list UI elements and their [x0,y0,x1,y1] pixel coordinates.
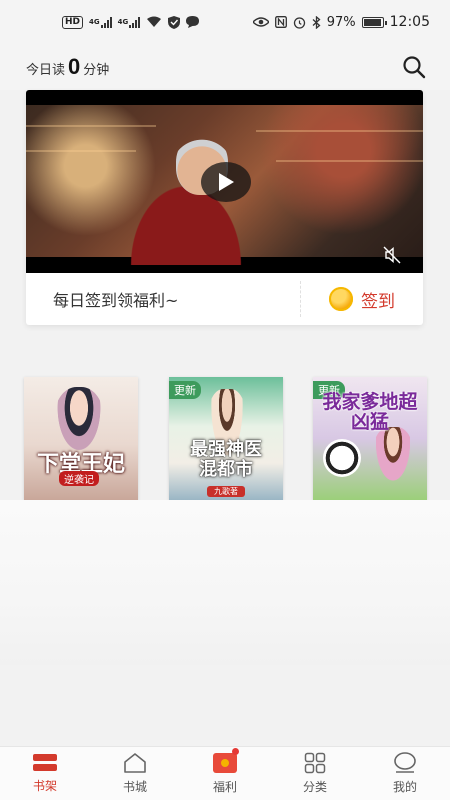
nav-bookstore[interactable]: 书城 [90,752,180,795]
book-title: 我家爹地超凶猛 [322,391,418,433]
search-button[interactable] [400,53,428,81]
nfc-icon [274,16,287,28]
reading-prefix: 今日读 [26,63,66,78]
status-right: 97% 12:05 [252,14,430,30]
home-icon [124,753,146,773]
clock: 12:05 [389,14,430,30]
status-bar: HD 4G 4G 97% 12:05 [0,0,450,44]
signal-4g-icon: 4G [89,16,112,28]
book-author: 九歌著 [207,486,245,497]
bookshelf-icon [33,754,57,771]
profile-icon [394,752,416,773]
notification-dot [232,748,239,755]
nav-category[interactable]: 分类 [270,752,360,795]
eye-icon [252,17,269,27]
nav-welfare[interactable]: 福利 [180,748,270,795]
reading-suffix: 分钟 [83,63,110,78]
promo-video[interactable] [26,90,423,273]
mute-icon [383,246,401,264]
battery-icon [361,16,387,28]
alarm-icon [293,16,306,29]
reading-time: 今日读 0 分钟 [26,54,109,80]
status-left: HD 4G 4G [62,15,200,29]
signin-row: 每日签到领福利~ 签到 [26,273,423,325]
grid-icon [304,752,326,774]
reading-minutes: 0 [68,54,81,79]
cover-panda [323,439,361,477]
nav-label: 福利 [212,780,237,794]
header: 今日读 0 分钟 [0,44,450,90]
gift-icon [213,753,237,773]
signin-card: 每日签到领福利~ 签到 [26,90,423,325]
bluetooth-icon [312,15,321,29]
signin-button[interactable]: 签到 [301,287,423,312]
nav-profile[interactable]: 我的 [360,752,450,795]
play-icon [219,173,234,191]
nav-label: 书架 [32,779,57,793]
update-badge: 更新 [169,381,201,399]
nav-label: 我的 [392,780,417,794]
signal-4g-icon: 4G [118,16,141,28]
play-button[interactable] [201,162,251,202]
book-cover[interactable]: 更新 最强神医混都市 九歌著 [169,377,283,500]
signin-promo-text[interactable]: 每日签到领福利~ [26,287,300,311]
cover-illustration [373,427,413,487]
chat-icon [186,16,200,28]
book-title: 最强神医混都市 [190,439,262,480]
coin-icon [329,287,353,311]
bookshelf: 下堂王妃 逆袭记 更新 最强神医混都市 九歌著 更新 我家爹地超凶猛 [24,377,427,500]
nav-label: 书城 [122,780,147,794]
bottom-nav: 书架 书城 福利 分类 我的 [0,746,450,800]
wifi-icon [146,16,162,28]
battery-percent: 97% [326,14,356,30]
nav-label: 分类 [302,780,327,794]
empty-area [0,500,450,665]
mute-button[interactable] [383,246,401,268]
search-icon [403,56,426,79]
book-subtitle: 逆袭记 [59,471,99,486]
signin-button-label: 签到 [361,291,395,312]
cover-illustration [54,387,104,457]
hd-icon: HD [62,15,84,29]
shield-icon [168,15,181,29]
book-cover[interactable]: 更新 我家爹地超凶猛 [313,377,427,500]
nav-bookshelf[interactable]: 书架 [0,753,90,794]
book-cover[interactable]: 下堂王妃 逆袭记 [24,377,138,500]
